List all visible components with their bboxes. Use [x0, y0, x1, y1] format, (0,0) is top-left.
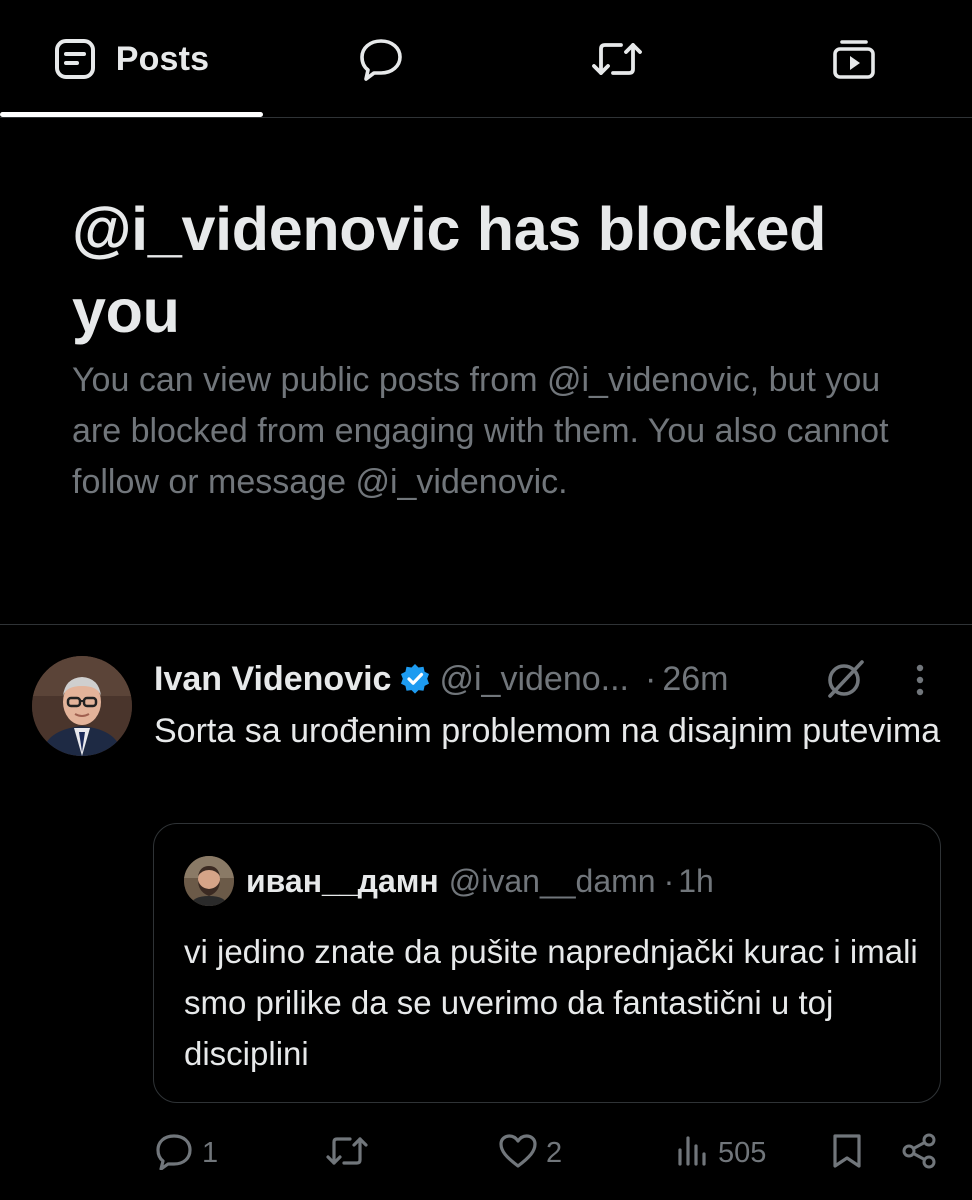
- tweet-time[interactable]: 26m: [662, 660, 728, 699]
- share-button[interactable]: [900, 1126, 938, 1180]
- tab-posts[interactable]: Posts: [0, 0, 263, 118]
- views-button[interactable]: 505: [676, 1126, 766, 1180]
- quote-author-handle[interactable]: @ivan__damn: [449, 863, 656, 900]
- author-handle[interactable]: @i_videno...: [439, 660, 629, 699]
- quote-avatar[interactable]: [184, 856, 234, 906]
- verified-badge-icon: [399, 663, 431, 695]
- separator-dot: ·: [644, 659, 657, 698]
- heart-icon: [498, 1133, 538, 1174]
- divider: [0, 624, 972, 625]
- tab-posts-label: Posts: [115, 39, 210, 78]
- reposts-icon: [591, 39, 643, 79]
- quote-header: иван__дамн @ivan__damn · 1h: [246, 856, 714, 906]
- repost-button[interactable]: [326, 1126, 376, 1180]
- quote-time[interactable]: 1h: [678, 863, 714, 900]
- tweet-text: Sorta sa urođenim problemom na disajnim …: [154, 712, 941, 750]
- quote-text: vi jedino znate da pušite naprednjački k…: [184, 933, 918, 1072]
- tab-selected-indicator: [0, 112, 263, 117]
- blocked-title: @i_videnovic has blocked you: [72, 195, 827, 345]
- like-button[interactable]: 2: [498, 1126, 562, 1180]
- tab-reposts[interactable]: [499, 0, 735, 118]
- grok-icon[interactable]: [824, 658, 866, 705]
- profile-tabs: Posts: [0, 0, 972, 118]
- views-chart-icon: [676, 1134, 710, 1173]
- reply-button[interactable]: 1: [154, 1126, 218, 1180]
- media-icon: [832, 38, 876, 80]
- posts-icon: [54, 38, 96, 80]
- blocked-description: You can view public posts from @i_videno…: [72, 361, 889, 501]
- quote-tweet[interactable]: иван__дамн @ivan__damn · 1h vi jedino zn…: [153, 823, 941, 1103]
- share-icon: [900, 1132, 938, 1175]
- author-name[interactable]: Ivan Videnovic: [154, 660, 391, 699]
- like-count: 2: [546, 1136, 563, 1169]
- reply-count: 1: [202, 1136, 219, 1169]
- more-options-icon[interactable]: [904, 660, 936, 705]
- tweet-actions: 1 2 505: [0, 1126, 972, 1180]
- tweet-header: Ivan Videnovic @i_videno... · 26m: [154, 654, 728, 704]
- bookmark-icon: [830, 1132, 864, 1175]
- reply-icon: [154, 1132, 194, 1175]
- bookmark-button[interactable]: [830, 1126, 864, 1180]
- tab-media[interactable]: [735, 0, 972, 118]
- quote-separator-dot: ·: [663, 862, 675, 899]
- repost-icon: [326, 1134, 368, 1173]
- replies-icon: [358, 37, 404, 81]
- avatar[interactable]: [32, 656, 132, 756]
- tab-replies[interactable]: [263, 0, 499, 118]
- views-count: 505: [718, 1136, 767, 1169]
- quote-author-name[interactable]: иван__дамн: [246, 863, 439, 900]
